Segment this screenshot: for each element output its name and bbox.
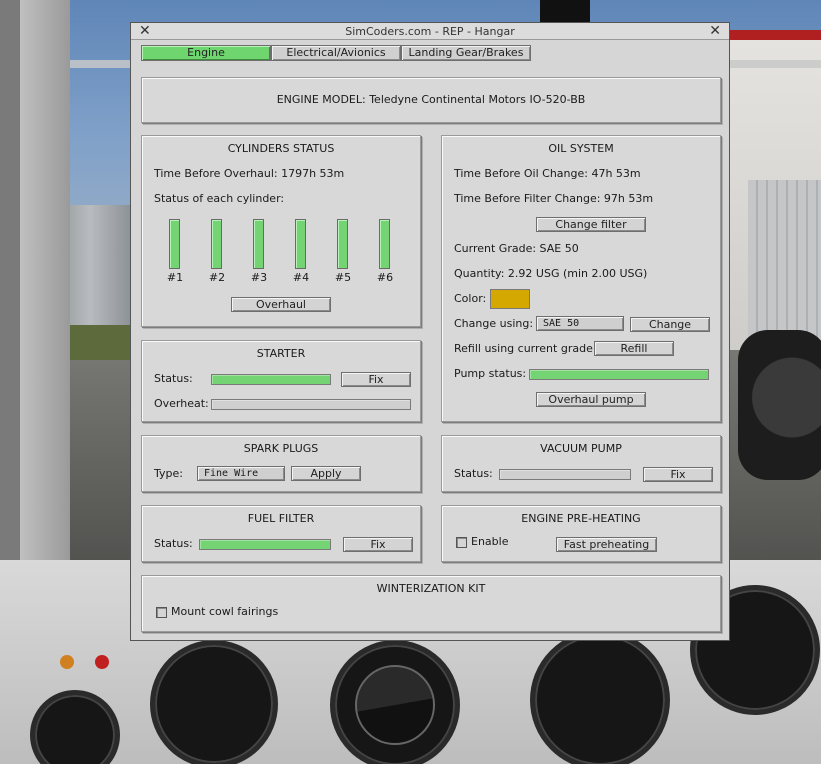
overhaul-pump-button[interactable]: Overhaul pump xyxy=(536,392,646,407)
vacuum-pump-box: VACUUM PUMP Status: Fix xyxy=(441,435,721,492)
vacuum-pump-title: VACUUM PUMP xyxy=(540,442,622,455)
engine-outside xyxy=(738,330,821,480)
oil-pump-status-bar xyxy=(529,369,709,380)
gyro-warn-lamp xyxy=(95,655,109,669)
mount-cowl-fairings-label: Mount cowl fairings xyxy=(171,605,279,618)
cylinder-6-label: #6 xyxy=(376,271,394,284)
change-filter-button[interactable]: Change filter xyxy=(536,217,646,232)
cylinder-4-label: #4 xyxy=(292,271,310,284)
fuel-filter-status-label: Status: xyxy=(154,537,193,550)
starter-status-label: Status: xyxy=(154,372,193,385)
oil-color-swatch xyxy=(490,289,530,309)
vacuum-pump-fix-button[interactable]: Fix xyxy=(643,467,713,482)
cylinder-3-bar xyxy=(253,219,264,269)
time-before-overhaul: Time Before Overhaul: 1797h 53m xyxy=(154,167,345,180)
spark-plug-type-label: Type: xyxy=(154,467,183,480)
cylinder-4-bar xyxy=(295,219,306,269)
cylinder-5-bar xyxy=(337,219,348,269)
close-icon[interactable]: ✕ xyxy=(139,22,151,40)
cylinder-6-bar xyxy=(379,219,390,269)
preheating-enable-label: Enable xyxy=(471,535,509,548)
mount-cowl-fairings-checkbox[interactable] xyxy=(156,607,167,618)
window-title: SimCoders.com - REP - Hangar xyxy=(345,25,515,38)
preheating-title: ENGINE PRE-HEATING xyxy=(521,512,641,525)
spark-plug-apply-button[interactable]: Apply xyxy=(291,466,361,481)
tab-engine[interactable]: Engine xyxy=(141,45,271,61)
engine-model-box: ENGINE MODEL: Teledyne Continental Motor… xyxy=(141,77,721,123)
starter-box: STARTER Status: Fix Overheat: xyxy=(141,340,421,422)
fuel-filter-title: FUEL FILTER xyxy=(247,512,315,525)
fuel-filter-fix-button[interactable]: Fix xyxy=(343,537,413,552)
fuel-filter-box: FUEL FILTER Status: Fix xyxy=(141,505,421,562)
starter-overheat-bar xyxy=(211,399,411,410)
cylinder-3-label: #3 xyxy=(250,271,268,284)
refill-label: Refill using current grade: xyxy=(454,342,597,355)
spark-plugs-title: SPARK PLUGS xyxy=(243,442,319,455)
airspeed-indicator xyxy=(150,640,278,764)
tab-electrical-avionics[interactable]: Electrical/Avionics xyxy=(271,45,401,61)
oil-color-label: Color: xyxy=(454,292,487,305)
hangar-roof-trim xyxy=(728,30,821,40)
tab-landing-gear-brakes[interactable]: Landing Gear/Brakes xyxy=(401,45,531,61)
time-before-filter-change: Time Before Filter Change: 97h 53m xyxy=(454,192,654,205)
oil-quantity: Quantity: 2.92 USG (min 2.00 USG) xyxy=(454,267,648,280)
engine-model-text: ENGINE MODEL: Teledyne Continental Motor… xyxy=(276,93,586,106)
vacuum-pump-status-bar xyxy=(499,469,631,480)
starter-title: STARTER xyxy=(256,347,306,360)
cylinders-title: CYLINDERS STATUS xyxy=(227,142,335,155)
change-oil-button[interactable]: Change xyxy=(630,317,710,332)
fast-preheating-button[interactable]: Fast preheating xyxy=(556,537,657,552)
oil-grade-select[interactable]: SAE 50 xyxy=(536,316,624,331)
winterization-kit-box: WINTERIZATION KIT Mount cowl fairings xyxy=(141,575,721,632)
change-using-label: Change using: xyxy=(454,317,534,330)
cylinder-1-bar xyxy=(169,219,180,269)
cylinder-status-label: Status of each cylinder: xyxy=(154,192,285,205)
tab-bar: Engine Electrical/Avionics Landing Gear/… xyxy=(141,45,531,62)
pump-status-label: Pump status: xyxy=(454,367,527,380)
starter-overheat-label: Overheat: xyxy=(154,397,209,410)
spark-plugs-box: SPARK PLUGS Type: Fine Wire Apply xyxy=(141,435,421,492)
winterization-title: WINTERIZATION KIT xyxy=(376,582,486,595)
close-icon[interactable]: ✕ xyxy=(709,22,721,40)
cylinder-2-label: #2 xyxy=(208,271,226,284)
cylinder-1-label: #1 xyxy=(166,271,184,284)
hangar-dialog: ✕ SimCoders.com - REP - Hangar ✕ Engine … xyxy=(130,22,730,641)
attitude-horizon-face xyxy=(355,665,435,745)
cylinders-status-box: CYLINDERS STATUS Time Before Overhaul: 1… xyxy=(141,135,421,327)
engine-preheating-box: ENGINE PRE-HEATING Enable Fast preheatin… xyxy=(441,505,721,562)
starter-fix-button[interactable]: Fix xyxy=(341,372,411,387)
oil-system-box: OIL SYSTEM Time Before Oil Change: 47h 5… xyxy=(441,135,721,422)
cylinder-2-bar xyxy=(211,219,222,269)
title-bar[interactable]: ✕ SimCoders.com - REP - Hangar ✕ xyxy=(131,23,729,40)
time-before-oil-change: Time Before Oil Change: 47h 53m xyxy=(454,167,641,180)
overhaul-button[interactable]: Overhaul xyxy=(231,297,331,312)
refill-button[interactable]: Refill xyxy=(594,341,674,356)
stby-gyro-lamp xyxy=(60,655,74,669)
fuel-filter-status-bar xyxy=(199,539,331,550)
oil-system-title: OIL SYSTEM xyxy=(548,142,614,155)
preheating-enable-checkbox[interactable] xyxy=(456,537,467,548)
current-oil-grade: Current Grade: SAE 50 xyxy=(454,242,579,255)
spark-plug-type-select[interactable]: Fine Wire xyxy=(197,466,285,481)
vacuum-pump-status-label: Status: xyxy=(454,467,493,480)
starter-status-bar xyxy=(211,374,331,385)
altimeter xyxy=(530,630,670,764)
cylinder-5-label: #5 xyxy=(334,271,352,284)
